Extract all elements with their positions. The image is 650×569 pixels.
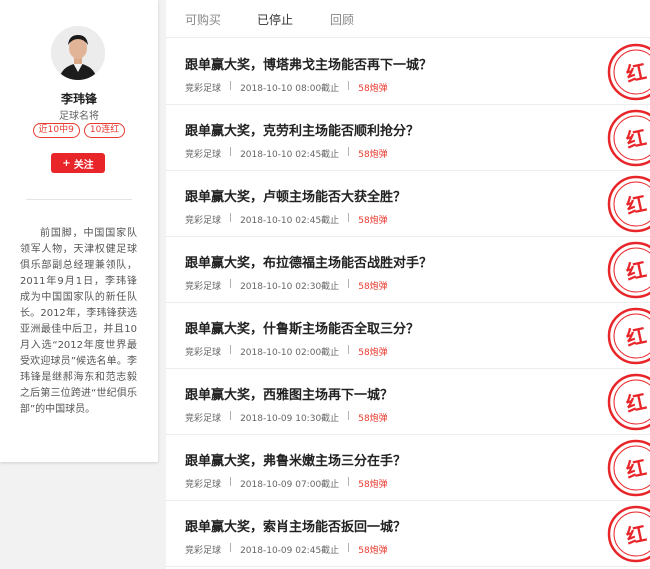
meta-separator: | bbox=[347, 279, 351, 289]
article-meta: 竞彩足球 | 2018-10-09 02:45截止 | 58炮弹 bbox=[185, 543, 388, 556]
article-deadline: 2018-10-09 10:30截止 bbox=[240, 414, 340, 424]
article-title[interactable]: 跟单赢大奖，什鲁斯主场能否全取三分？ bbox=[185, 318, 419, 337]
article-row[interactable]: 跟单赢大奖，博塔弗戈主场能否再下一城？ 竞彩足球 | 2018-10-10 08:00… bbox=[166, 39, 650, 105]
meta-separator: | bbox=[229, 543, 233, 553]
divider bbox=[26, 199, 132, 200]
article-price: 58炮弹 bbox=[358, 546, 388, 556]
article-deadline: 2018-10-10 08:00截止 bbox=[240, 84, 340, 94]
article-deadline: 2018-10-09 07:00截止 bbox=[240, 480, 340, 490]
meta-separator: | bbox=[229, 213, 233, 223]
article-meta: 竞彩足球 | 2018-10-10 02:30截止 | 58炮弹 bbox=[185, 279, 388, 292]
stamp-text: 红 bbox=[624, 455, 649, 483]
meta-separator: | bbox=[229, 345, 233, 355]
stamp-text: 红 bbox=[624, 191, 649, 219]
hit-rate-badge: 近10中9 bbox=[32, 123, 80, 138]
meta-separator: | bbox=[347, 147, 351, 157]
article-title[interactable]: 跟单赢大奖，卢顿主场能否大获全胜？ bbox=[185, 186, 406, 205]
article-price: 58炮弹 bbox=[358, 282, 388, 292]
expert-title: 足球名将 bbox=[59, 111, 99, 122]
article-row[interactable]: 跟单赢大奖，索肖主场能否扳回一城？ 竞彩足球 | 2018-10-09 02:45截止… bbox=[166, 501, 650, 567]
follow-button[interactable]: + 关注 bbox=[51, 153, 105, 173]
meta-separator: | bbox=[347, 411, 351, 421]
meta-separator: | bbox=[229, 279, 233, 289]
article-title[interactable]: 跟单赢大奖，弗鲁米嫩主场三分在手？ bbox=[185, 450, 406, 469]
follow-label: 关注 bbox=[73, 159, 94, 171]
expert-badges: 近10中9 10连红 bbox=[0, 123, 158, 138]
red-result-stamp-icon: 红 bbox=[607, 439, 650, 497]
red-result-stamp-icon: 红 bbox=[607, 241, 650, 299]
red-result-stamp-icon: 红 bbox=[607, 307, 650, 365]
meta-separator: | bbox=[347, 81, 351, 91]
stamp-text: 红 bbox=[624, 59, 649, 87]
article-category: 竞彩足球 bbox=[185, 282, 222, 292]
expert-avatar bbox=[51, 26, 105, 80]
article-list-panel: 可购买 已停止 回顾 跟单赢大奖，博塔弗戈主场能否再下一城？ 竞彩足球 | 2018-… bbox=[166, 0, 650, 569]
article-row[interactable]: 跟单赢大奖，布拉德福主场能否战胜对手？ 竞彩足球 | 2018-10-10 02:30… bbox=[166, 237, 650, 303]
article-price: 58炮弹 bbox=[358, 480, 388, 490]
stamp-text: 红 bbox=[624, 323, 649, 351]
red-result-stamp-icon: 红 bbox=[607, 505, 650, 563]
expert-bio: 前国脚，中国国家队领军人物，天津权健足球俱乐部副总经理兼领队，2011年9月1日… bbox=[20, 228, 137, 415]
win-streak-badge: 10连红 bbox=[83, 123, 126, 138]
article-deadline: 2018-10-10 02:45截止 bbox=[240, 150, 340, 160]
article-category: 竞彩足球 bbox=[185, 150, 222, 160]
article-price: 58炮弹 bbox=[358, 348, 388, 358]
article-title[interactable]: 跟单赢大奖，索肖主场能否扳回一城？ bbox=[185, 516, 406, 535]
meta-separator: | bbox=[229, 147, 233, 157]
article-meta: 竞彩足球 | 2018-10-10 02:45截止 | 58炮弹 bbox=[185, 213, 388, 226]
status-tabs: 可购买 已停止 回顾 bbox=[166, 0, 650, 38]
article-price: 58炮弹 bbox=[358, 84, 388, 94]
article-deadline: 2018-10-10 02:30截止 bbox=[240, 282, 340, 292]
article-row[interactable]: 跟单赢大奖，弗鲁米嫩主场三分在手？ 竞彩足球 | 2018-10-09 07:00截止… bbox=[166, 435, 650, 501]
article-price: 58炮弹 bbox=[358, 414, 388, 424]
plus-icon: + bbox=[62, 157, 71, 169]
expert-name: 李玮锋 bbox=[60, 92, 97, 106]
article-meta: 竞彩足球 | 2018-10-09 10:30截止 | 58炮弹 bbox=[185, 411, 388, 424]
article-category: 竞彩足球 bbox=[185, 84, 222, 94]
article-deadline: 2018-10-09 02:45截止 bbox=[240, 546, 340, 556]
meta-separator: | bbox=[229, 411, 233, 421]
red-result-stamp-icon: 红 bbox=[607, 109, 650, 167]
stamp-text: 红 bbox=[624, 125, 649, 153]
stamp-text: 红 bbox=[624, 389, 649, 417]
red-result-stamp-icon: 红 bbox=[607, 175, 650, 233]
article-deadline: 2018-10-10 02:00截止 bbox=[240, 348, 340, 358]
article-title[interactable]: 跟单赢大奖，西雅图主场再下一城？ bbox=[185, 384, 393, 403]
meta-separator: | bbox=[347, 345, 351, 355]
article-meta: 竞彩足球 | 2018-10-10 02:00截止 | 58炮弹 bbox=[185, 345, 388, 358]
article-category: 竞彩足球 bbox=[185, 414, 222, 424]
expert-profile-panel: 李玮锋 足球名将 近10中9 10连红 + 关注 前国脚，中国国家队领军人物，天… bbox=[0, 0, 158, 462]
article-meta: 竞彩足球 | 2018-10-09 07:00截止 | 58炮弹 bbox=[185, 477, 388, 490]
tab-review[interactable]: 回顾 bbox=[330, 11, 354, 28]
meta-separator: | bbox=[229, 81, 233, 91]
red-result-stamp-icon: 红 bbox=[607, 373, 650, 431]
tab-stopped[interactable]: 已停止 bbox=[257, 11, 293, 28]
article-row[interactable]: 跟单赢大奖，什鲁斯主场能否全取三分？ 竞彩足球 | 2018-10-10 02:00截… bbox=[166, 303, 650, 369]
meta-separator: | bbox=[347, 213, 351, 223]
meta-separator: | bbox=[229, 477, 233, 487]
article-row[interactable]: 跟单赢大奖，克劳利主场能否顺利抢分？ 竞彩足球 | 2018-10-10 02:45截… bbox=[166, 105, 650, 171]
article-row[interactable]: 跟单赢大奖，西雅图主场再下一城？ 竞彩足球 | 2018-10-09 10:30截止 |… bbox=[166, 369, 650, 435]
article-meta: 竞彩足球 | 2018-10-10 02:45截止 | 58炮弹 bbox=[185, 147, 388, 160]
article-price: 58炮弹 bbox=[358, 150, 388, 160]
article-row[interactable]: 跟单赢大奖，卢顿主场能否大获全胜？ 竞彩足球 | 2018-10-10 02:45截止… bbox=[166, 171, 650, 237]
article-title[interactable]: 跟单赢大奖，克劳利主场能否顺利抢分？ bbox=[185, 120, 419, 139]
article-category: 竞彩足球 bbox=[185, 348, 222, 358]
meta-separator: | bbox=[347, 477, 351, 487]
stamp-text: 红 bbox=[624, 521, 649, 549]
tab-available[interactable]: 可购买 bbox=[185, 11, 221, 28]
stamp-text: 红 bbox=[624, 257, 649, 285]
article-title[interactable]: 跟单赢大奖，布拉德福主场能否战胜对手？ bbox=[185, 252, 432, 271]
article-meta: 竞彩足球 | 2018-10-10 08:00截止 | 58炮弹 bbox=[185, 81, 388, 94]
article-category: 竞彩足球 bbox=[185, 216, 222, 226]
red-result-stamp-icon: 红 bbox=[607, 43, 650, 101]
article-price: 58炮弹 bbox=[358, 216, 388, 226]
meta-separator: | bbox=[347, 543, 351, 553]
article-title[interactable]: 跟单赢大奖，博塔弗戈主场能否再下一城？ bbox=[185, 54, 432, 73]
article-category: 竞彩足球 bbox=[185, 480, 222, 490]
article-deadline: 2018-10-10 02:45截止 bbox=[240, 216, 340, 226]
article-category: 竞彩足球 bbox=[185, 546, 222, 556]
